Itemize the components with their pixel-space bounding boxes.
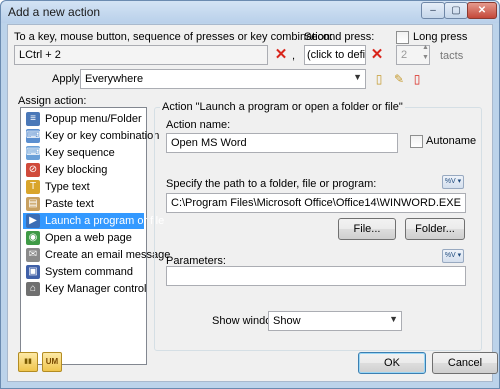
- close-button[interactable]: ✕: [467, 2, 497, 19]
- second-press-label: Second press:: [304, 31, 375, 43]
- path-label: Specify the path to a folder, file or pr…: [166, 178, 377, 190]
- autoname-label: Autoname: [426, 135, 477, 147]
- action-type-item[interactable]: ▶ Launch a program or file: [23, 213, 164, 229]
- type-text-icon: T: [26, 180, 40, 194]
- action-type-label: Key blocking: [45, 164, 108, 176]
- key-manager-icon: ⌂: [26, 282, 40, 296]
- action-type-label: Create an email message: [45, 249, 171, 261]
- key-blocking-icon: ⊘: [26, 163, 40, 177]
- action-type-item[interactable]: ✉ Create an email message: [23, 247, 170, 263]
- action-type-item[interactable]: T Type text: [23, 179, 144, 195]
- chevron-down-icon: ▼: [353, 72, 362, 82]
- paste-text-icon: ▤: [26, 197, 40, 211]
- action-group-title: Action "Launch a program or open a folde…: [160, 101, 405, 113]
- action-type-item[interactable]: ◉ Open a web page: [23, 230, 144, 246]
- variables-icon[interactable]: %V ▾: [442, 175, 464, 189]
- ok-button[interactable]: OK: [358, 352, 426, 374]
- pause-tool-icon[interactable]: ▮▮: [18, 352, 38, 372]
- popup-menu-icon: ≡: [26, 112, 40, 126]
- action-type-label: Type text: [45, 181, 90, 193]
- action-type-label: Key Manager control: [45, 283, 147, 295]
- maximize-button[interactable]: ▢: [444, 2, 468, 19]
- action-type-list[interactable]: ≡ Popup menu/Folder ⌨ Key or key combinatio…: [20, 107, 170, 365]
- title-bar[interactable]: Add a new action – ▢ ✕: [1, 1, 499, 23]
- clear-first-press-icon[interactable]: ✕: [272, 46, 290, 64]
- stepper-up-icon[interactable]: ▲: [422, 44, 429, 51]
- parameters-input[interactable]: [166, 266, 466, 286]
- stepper-down-icon[interactable]: ▼: [422, 54, 429, 61]
- action-type-item[interactable]: ⌨ Key sequence: [23, 145, 144, 161]
- folder-button[interactable]: Folder...: [405, 218, 465, 240]
- comma-separator: ,: [292, 50, 296, 62]
- action-name-input[interactable]: Open MS Word: [166, 133, 398, 153]
- action-type-item[interactable]: ⌨ Key or key combination: [23, 128, 159, 144]
- tacts-label: tacts: [440, 50, 464, 62]
- action-type-label: Key or key combination: [45, 130, 160, 142]
- clear-second-press-icon[interactable]: ✕: [368, 46, 386, 64]
- web-page-icon: ◉: [26, 231, 40, 245]
- dialog-client-area: To a key, mouse button, sequence of pres…: [7, 24, 498, 382]
- dialog-window: Add a new action – ▢ ✕ To a key, mouse b…: [0, 0, 500, 389]
- edit-program-icon[interactable]: ✎: [390, 70, 408, 88]
- email-icon: ✉: [26, 248, 40, 262]
- launch-program-icon: ▶: [26, 214, 40, 228]
- system-command-icon: ▣: [26, 265, 40, 279]
- action-type-label: Paste text: [45, 198, 94, 210]
- key-combination-icon: ⌨: [26, 129, 41, 143]
- apply-dropdown-value: Everywhere: [85, 73, 144, 85]
- apply-label: Apply: [52, 73, 80, 85]
- file-button[interactable]: File...: [338, 218, 396, 240]
- key-sequence-icon: ⌨: [26, 146, 41, 160]
- long-press-label: Long press: [413, 31, 468, 43]
- show-window-dropdown[interactable]: Show ▼: [268, 311, 402, 331]
- action-type-label: Key sequence: [45, 147, 115, 159]
- delete-program-icon[interactable]: ▯: [408, 70, 426, 88]
- path-input[interactable]: C:\Program Files\Microsoft Office\Office…: [166, 193, 466, 213]
- long-press-checkbox[interactable]: [396, 31, 409, 44]
- cancel-button[interactable]: Cancel: [432, 352, 498, 374]
- show-window-value: Show: [273, 315, 301, 327]
- apply-dropdown[interactable]: Everywhere ▼: [80, 69, 366, 89]
- parameters-variables-icon[interactable]: %V ▾: [442, 249, 464, 263]
- first-press-field[interactable]: LCtrl + 2: [14, 45, 268, 65]
- chevron-down-icon: ▼: [389, 314, 398, 324]
- action-type-label: System command: [45, 266, 134, 278]
- user-manager-tool-icon[interactable]: UM: [42, 352, 62, 372]
- action-type-label: Open a web page: [45, 232, 132, 244]
- second-press-field[interactable]: (click to define): [304, 45, 366, 65]
- action-type-label: Popup menu/Folder: [45, 113, 142, 125]
- minimize-button[interactable]: –: [421, 2, 445, 19]
- action-type-item[interactable]: ▤ Paste text: [23, 196, 144, 212]
- action-name-label: Action name:: [166, 119, 231, 131]
- first-press-label: To a key, mouse button, sequence of pres…: [14, 31, 333, 43]
- assign-action-label: Assign action:: [18, 95, 87, 107]
- autoname-checkbox[interactable]: [410, 135, 423, 148]
- action-type-item[interactable]: ▣ System command: [23, 264, 144, 280]
- action-type-label: Launch a program or file: [45, 215, 165, 227]
- window-title: Add a new action: [8, 5, 101, 19]
- new-program-icon[interactable]: ▯: [370, 70, 388, 88]
- action-type-item[interactable]: ⌂ Key Manager control: [23, 281, 147, 297]
- action-type-item[interactable]: ⊘ Key blocking: [23, 162, 144, 178]
- action-type-item[interactable]: ≡ Popup menu/Folder: [23, 111, 144, 127]
